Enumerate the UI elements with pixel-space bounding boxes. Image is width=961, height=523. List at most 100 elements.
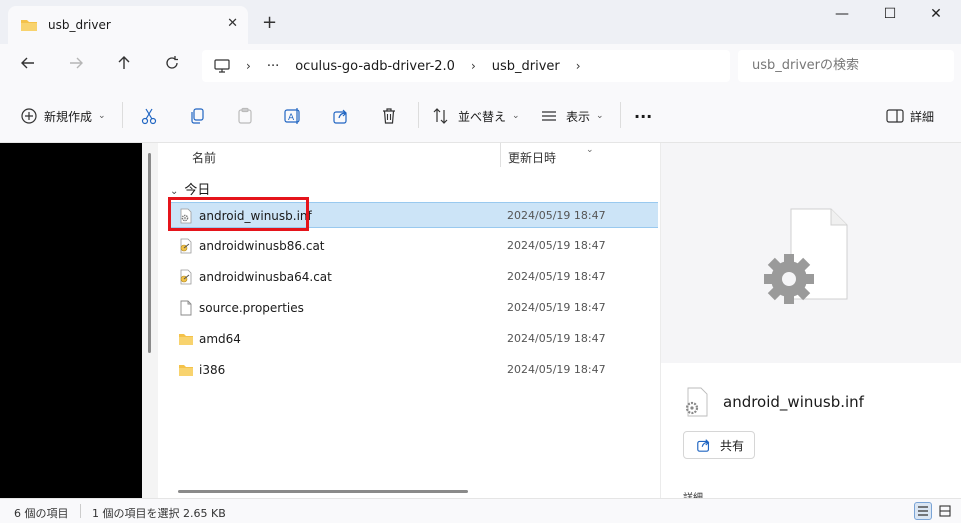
list-item[interactable]: amd64 2024/05/19 18:47 — [168, 326, 658, 352]
breadcrumb[interactable]: › ··· oculus-go-adb-driver-2.0 › usb_dri… — [202, 50, 730, 82]
plus-circle-icon — [21, 108, 37, 124]
share-icon — [333, 109, 347, 124]
catalog-file-icon — [180, 269, 192, 285]
details-view-button[interactable] — [914, 502, 932, 520]
rename-icon: A — [284, 108, 300, 124]
tiles-view-button[interactable] — [936, 502, 954, 520]
list-item[interactable]: source.properties 2024/05/19 18:47 — [168, 295, 658, 321]
title-bar: usb_driver ✕ + — ☐ ✕ — [0, 0, 961, 44]
column-date-header[interactable]: 更新日時 — [508, 149, 556, 166]
view-button[interactable]: 表示 ⌄ — [540, 104, 604, 128]
sort-icon — [433, 108, 448, 124]
back-button[interactable] — [16, 54, 40, 78]
view-list-icon — [542, 111, 556, 121]
command-bar: 新規作成 ⌄ A 並べ替え ⌄ 表示 ⌄ ··· 詳細 — [0, 88, 961, 143]
status-bar: 6 個の項目 1 個の項目を選択 2.65 KB — [0, 498, 961, 523]
chevron-down-icon: ⌄ — [586, 145, 594, 155]
chevron-down-icon: ⌄ — [98, 111, 106, 121]
chevron-down-icon: ⌄ — [596, 111, 604, 121]
selection-info: 1 個の項目を選択 2.65 KB — [92, 507, 226, 520]
file-name: androidwinusba64.cat — [199, 270, 332, 284]
share-icon — [697, 439, 710, 452]
details-pane: android_winusb.inf 共有 詳細 — [660, 143, 961, 504]
column-name-header[interactable]: 名前 — [192, 149, 216, 166]
breadcrumb-item-usb-driver[interactable]: usb_driver — [492, 59, 560, 74]
list-item[interactable]: i386 2024/05/19 18:47 — [168, 357, 658, 383]
breadcrumb-chevron-icon: › — [470, 59, 476, 73]
address-bar: › ··· oculus-go-adb-driver-2.0 › usb_dri… — [0, 44, 961, 88]
horizontal-scrollbar[interactable] — [178, 490, 468, 493]
file-name: amd64 — [199, 332, 241, 346]
close-tab-icon[interactable]: ✕ — [227, 16, 238, 31]
tab-usb-driver[interactable]: usb_driver ✕ — [8, 6, 248, 44]
new-button-label: 新規作成 — [44, 109, 93, 124]
list-item[interactable]: androidwinusba64.cat 2024/05/19 18:47 — [168, 264, 658, 290]
large-settings-file-icon — [764, 208, 848, 304]
up-button[interactable] — [112, 54, 136, 78]
file-date: 2024/05/19 18:47 — [507, 270, 606, 283]
blank-file-icon — [180, 300, 192, 316]
file-date: 2024/05/19 18:47 — [507, 363, 606, 376]
details-pane-button[interactable]: 詳細 — [886, 104, 934, 128]
details-pane-label: 詳細 — [910, 109, 935, 124]
group-header-today[interactable]: ⌄ 今日 — [170, 179, 210, 198]
file-date: 2024/05/19 18:47 — [507, 209, 606, 222]
chevron-down-icon: ⌄ — [512, 111, 520, 121]
file-date: 2024/05/19 18:47 — [507, 239, 606, 252]
search-input[interactable]: usb_driverの検索 — [738, 50, 954, 82]
breadcrumb-more[interactable]: ··· — [267, 59, 279, 74]
more-options-button[interactable]: ··· — [634, 104, 652, 128]
folder-icon — [179, 365, 193, 376]
file-name: source.properties — [199, 301, 304, 315]
navigation-pane[interactable] — [0, 143, 142, 498]
scissors-icon — [141, 108, 157, 125]
file-name: androidwinusb86.cat — [199, 239, 325, 253]
copy-button[interactable] — [188, 104, 206, 128]
details-view-icon — [918, 506, 928, 516]
toolbar-divider — [418, 102, 419, 128]
close-window-button[interactable]: ✕ — [916, 6, 956, 28]
cut-button[interactable] — [140, 104, 158, 128]
list-item[interactable]: androidwinusb86.cat 2024/05/19 18:47 — [168, 233, 658, 259]
preview-file-name: android_winusb.inf — [723, 393, 864, 411]
breadcrumb-item-oculus-go-adb-driver[interactable]: oculus-go-adb-driver-2.0 — [295, 59, 455, 74]
column-header: 名前 更新日時 ⌄ — [158, 143, 658, 169]
details-pane-icon — [886, 109, 904, 123]
copy-icon — [191, 108, 204, 124]
share-button[interactable] — [332, 104, 350, 128]
inf-settings-icon — [685, 387, 708, 417]
sort-button[interactable]: 並べ替え ⌄ — [432, 104, 520, 128]
toolbar-divider — [122, 102, 123, 128]
folder-icon — [179, 334, 193, 345]
delete-button[interactable] — [380, 104, 398, 128]
paste-button[interactable] — [236, 104, 254, 128]
clipboard-icon — [238, 107, 252, 124]
arrow-left-icon — [21, 57, 34, 69]
maximize-button[interactable]: ☐ — [870, 6, 910, 28]
new-tab-button[interactable]: + — [262, 12, 277, 33]
trash-icon — [383, 108, 395, 124]
catalog-file-icon — [180, 238, 192, 254]
preview-area — [661, 143, 961, 363]
file-date: 2024/05/19 18:47 — [507, 301, 606, 314]
sort-button-label: 並べ替え — [458, 109, 507, 124]
breadcrumb-chevron-icon[interactable]: › — [576, 59, 581, 73]
minimize-button[interactable]: — — [822, 6, 862, 28]
svg-text:A: A — [288, 113, 295, 123]
navigation-scrollbar[interactable] — [142, 143, 158, 498]
tiles-view-icon — [939, 505, 951, 517]
preview-share-button[interactable]: 共有 — [683, 431, 755, 459]
column-divider[interactable] — [500, 143, 501, 167]
scrollbar-thumb[interactable] — [148, 153, 151, 353]
group-label: 今日 — [184, 183, 211, 198]
breadcrumb-chevron-icon: › — [246, 59, 251, 73]
arrow-right-icon — [70, 57, 83, 69]
item-count: 6 個の項目 — [14, 507, 69, 520]
new-button[interactable]: 新規作成 ⌄ — [20, 104, 106, 128]
arrow-up-icon — [118, 56, 130, 69]
rename-button[interactable]: A — [284, 104, 302, 128]
tab-title: usb_driver — [48, 18, 111, 32]
refresh-button[interactable] — [160, 54, 184, 78]
file-date: 2024/05/19 18:47 — [507, 332, 606, 345]
forward-button[interactable] — [64, 54, 88, 78]
